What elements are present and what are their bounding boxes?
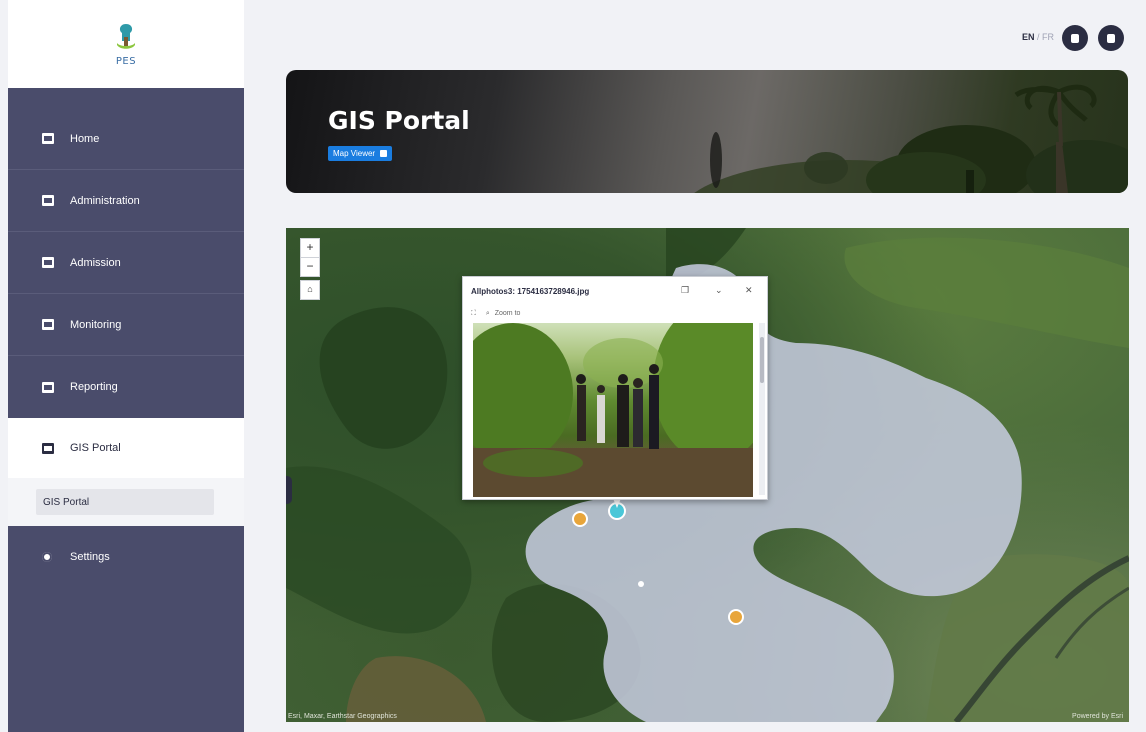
map-point[interactable]	[638, 581, 644, 587]
sidebar-item-settings[interactable]: Settings	[8, 526, 244, 588]
sidebar-item-label: Administration	[70, 194, 140, 207]
admission-icon	[42, 257, 54, 268]
sidebar-item-administration[interactable]: Administration	[8, 170, 244, 232]
powered-by[interactable]: Powered by Esri	[1072, 713, 1123, 720]
sidebar: PES Home Administration Admission Monito…	[8, 0, 244, 732]
home-icon: ⌂	[307, 284, 313, 294]
logout-icon	[1107, 33, 1115, 43]
popup-title: Allphotos3: 1754163728946.jpg	[471, 287, 590, 296]
sidebar-item-monitoring[interactable]: Monitoring	[8, 294, 244, 356]
sidebar-item-admission[interactable]: Admission	[8, 232, 244, 294]
logo-icon	[117, 24, 135, 49]
zoom-to-icon[interactable]: ⌕	[486, 310, 490, 317]
language-en[interactable]: EN	[1022, 32, 1035, 42]
submenu-item-gis-portal[interactable]: GIS Portal	[36, 489, 214, 515]
language-fr[interactable]: FR	[1042, 32, 1054, 42]
bell-icon	[1071, 33, 1079, 43]
dock-icon[interactable]: ❐	[681, 285, 689, 296]
map-attribution: Esri, Maxar, Earthstar Geographics	[288, 713, 397, 720]
sidebar-item-label: Settings	[70, 551, 110, 563]
popup-toolbar: ⛶ ⌕ Zoom to	[471, 310, 520, 318]
sidebar-item-home[interactable]: Home	[8, 108, 244, 170]
logo[interactable]: PES	[8, 0, 244, 88]
map-viewer-icon	[380, 150, 388, 157]
sidebar-item-label: GIS Portal	[70, 442, 121, 454]
sidebar-item-reporting[interactable]: Reporting	[8, 356, 244, 418]
close-icon[interactable]: ✕	[745, 285, 753, 296]
gis-submenu: GIS Portal	[8, 478, 244, 526]
sidebar-item-label: Admission	[70, 256, 121, 269]
minimize-icon[interactable]: ⌄	[715, 285, 723, 296]
monitoring-icon	[42, 319, 54, 330]
language-switcher: EN / FR	[1022, 32, 1054, 42]
sidebar-item-label: Monitoring	[70, 318, 122, 331]
field-photo-image	[473, 323, 753, 497]
logout-button[interactable]	[1098, 25, 1124, 51]
map-view[interactable]: + − ⌂ Allphotos3: 1754163728946.jpg ❐ ⌄ …	[286, 228, 1129, 722]
panel-collapse-handle[interactable]	[286, 476, 292, 504]
map-viewer-badge[interactable]: Map Viewer	[328, 146, 393, 161]
zoom-to-label[interactable]: Zoom to	[495, 310, 521, 317]
page-title: GIS Portal	[328, 106, 470, 135]
notifications-button[interactable]	[1062, 25, 1088, 51]
expand-icon[interactable]: ⛶	[471, 310, 476, 317]
badge-label: Map Viewer	[333, 149, 376, 158]
map-marker[interactable]	[728, 609, 744, 625]
map-marker[interactable]	[572, 511, 588, 527]
popup-scrollbar[interactable]	[759, 323, 765, 495]
attachment-photo[interactable]	[473, 323, 753, 497]
logo-text: PES	[115, 56, 137, 67]
zoom-out-button[interactable]: −	[300, 257, 320, 277]
page-banner: GIS Portal Map Viewer	[286, 70, 1128, 193]
sidebar-item-label: Reporting	[70, 381, 118, 393]
map-icon	[42, 442, 54, 454]
sidebar-item-gis-portal[interactable]: GIS Portal	[8, 418, 244, 478]
home-extent-button[interactable]: ⌂	[300, 280, 320, 300]
sidebar-item-label: Home	[70, 132, 100, 145]
gear-icon	[42, 552, 52, 562]
reporting-icon	[42, 381, 54, 393]
zoom-in-button[interactable]: +	[300, 238, 320, 258]
home-icon	[42, 133, 54, 144]
language-separator: /	[1036, 32, 1040, 42]
administration-icon	[42, 195, 54, 206]
feature-popup: Allphotos3: 1754163728946.jpg ❐ ⌄ ✕ ⛶ ⌕ …	[462, 276, 768, 500]
